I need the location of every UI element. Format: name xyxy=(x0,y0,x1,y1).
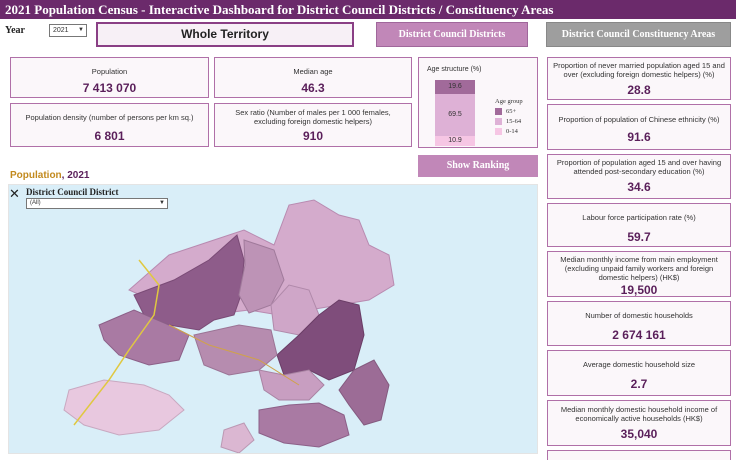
district-hong-kong-island[interactable] xyxy=(258,402,350,448)
sex-ratio-label: Sex ratio (Number of males per 1 000 fem… xyxy=(235,108,391,126)
density-value: 6 801 xyxy=(94,129,125,143)
age-structure-title: Age structure (%) xyxy=(427,66,482,73)
population-card: Population 7 413 070 xyxy=(10,57,209,98)
sex-ratio-value: 910 xyxy=(302,129,324,143)
whole-territory-button[interactable]: Whole Territory xyxy=(96,22,354,47)
legend-swatch-65plus xyxy=(495,108,502,115)
age-structure-card: Age structure (%) 19.6 69.5 10.9 Age gro… xyxy=(418,57,538,148)
district-islands[interactable] xyxy=(63,379,185,436)
age-bar-65plus: 19.6 xyxy=(435,80,475,94)
stat-value: 19,500 xyxy=(620,283,658,297)
stat-card-partial xyxy=(547,450,731,460)
stat-value: 59.7 xyxy=(627,230,651,244)
legend-swatch-0-14 xyxy=(495,128,502,135)
stat-card-post-secondary: Proportion of population aged 15 and ove… xyxy=(547,154,731,199)
stat-label: Proportion of population of Chinese ethn… xyxy=(558,115,720,124)
legend-label-0-14: 0-14 xyxy=(506,128,518,135)
median-age-value: 46.3 xyxy=(301,81,325,95)
median-age-label: Median age xyxy=(293,67,333,76)
year-label: Year xyxy=(5,25,25,36)
district-islands-lamma[interactable] xyxy=(220,422,255,453)
population-value: 7 413 070 xyxy=(82,81,137,95)
close-icon[interactable]: ✕ xyxy=(9,186,20,202)
median-age-card: Median age 46.3 xyxy=(214,57,412,98)
stat-value: 34.6 xyxy=(627,180,651,194)
stat-value: 2 674 161 xyxy=(612,328,666,342)
year-value: 2021 xyxy=(53,27,69,34)
stat-value: 35,040 xyxy=(620,427,658,441)
map-heading-year: , 2021 xyxy=(61,170,90,181)
age-bar-0-14: 10.9 xyxy=(435,136,475,146)
age-bar-15-64: 69.5 xyxy=(435,94,475,136)
stat-label: Median monthly income from main employme… xyxy=(560,255,718,282)
stat-card-median-income: Median monthly income from main employme… xyxy=(547,251,731,297)
stat-card-labour-force: Labour force participation rate (%) 59.7 xyxy=(547,203,731,247)
district-kowloon[interactable] xyxy=(258,369,325,401)
stat-value: 2.7 xyxy=(630,377,648,391)
district-filter-label: District Council District xyxy=(26,187,119,197)
stat-label: Proportion of never married population a… xyxy=(553,61,725,79)
district-filter-select[interactable]: (All) ▼ xyxy=(26,198,168,209)
legend-label-65plus: 65+ xyxy=(506,108,517,115)
stat-card-household-income: Median monthly domestic household income… xyxy=(547,400,731,446)
dashboard-title: 2021 Population Census - Interactive Das… xyxy=(0,0,736,19)
stat-label: Proportion of population aged 15 and ove… xyxy=(556,158,722,176)
constituency-areas-button[interactable]: District Council Constituency Areas xyxy=(546,22,731,47)
show-ranking-button[interactable]: Show Ranking xyxy=(418,155,538,177)
map-heading-metric: Population xyxy=(10,170,62,181)
stat-label: Median monthly domestic household income… xyxy=(560,405,718,423)
stat-label: Number of domestic households xyxy=(585,311,693,320)
stat-card-never-married: Proportion of never married population a… xyxy=(547,57,731,100)
density-label: Population density (number of persons pe… xyxy=(25,113,194,122)
population-label: Population xyxy=(91,67,128,76)
hong-kong-map[interactable] xyxy=(9,185,538,454)
stat-label: Labour force participation rate (%) xyxy=(582,213,696,222)
age-legend-title: Age group xyxy=(495,98,523,105)
stat-card-household-size: Average domestic household size 2.7 xyxy=(547,350,731,396)
map-heading: Population, 2021 xyxy=(10,170,89,181)
district-council-districts-button[interactable]: District Council Districts xyxy=(376,22,528,47)
legend-label-15-64: 15-64 xyxy=(506,118,522,125)
age-legend: Age group 65+ 15-64 0-14 xyxy=(495,98,523,135)
stat-card-chinese-ethnicity: Proportion of population of Chinese ethn… xyxy=(547,104,731,150)
stat-value: 91.6 xyxy=(627,130,651,144)
age-structure-bar: 19.6 69.5 10.9 xyxy=(435,80,475,146)
dropdown-arrow-icon: ▼ xyxy=(78,27,84,33)
dropdown-arrow-icon: ▼ xyxy=(159,200,165,206)
sex-ratio-card: Sex ratio (Number of males per 1 000 fem… xyxy=(214,103,412,147)
district-filter-value: (All) xyxy=(30,200,41,206)
district-tsuen-wan[interactable] xyxy=(193,324,278,376)
stat-label: Average domestic household size xyxy=(582,360,695,369)
stat-card-households: Number of domestic households 2 674 161 xyxy=(547,301,731,346)
density-card: Population density (number of persons pe… xyxy=(10,103,209,147)
legend-swatch-15-64 xyxy=(495,118,502,125)
district-map[interactable] xyxy=(8,184,538,454)
year-select[interactable]: 2021 ▼ xyxy=(49,24,87,37)
stat-value: 28.8 xyxy=(627,83,651,97)
